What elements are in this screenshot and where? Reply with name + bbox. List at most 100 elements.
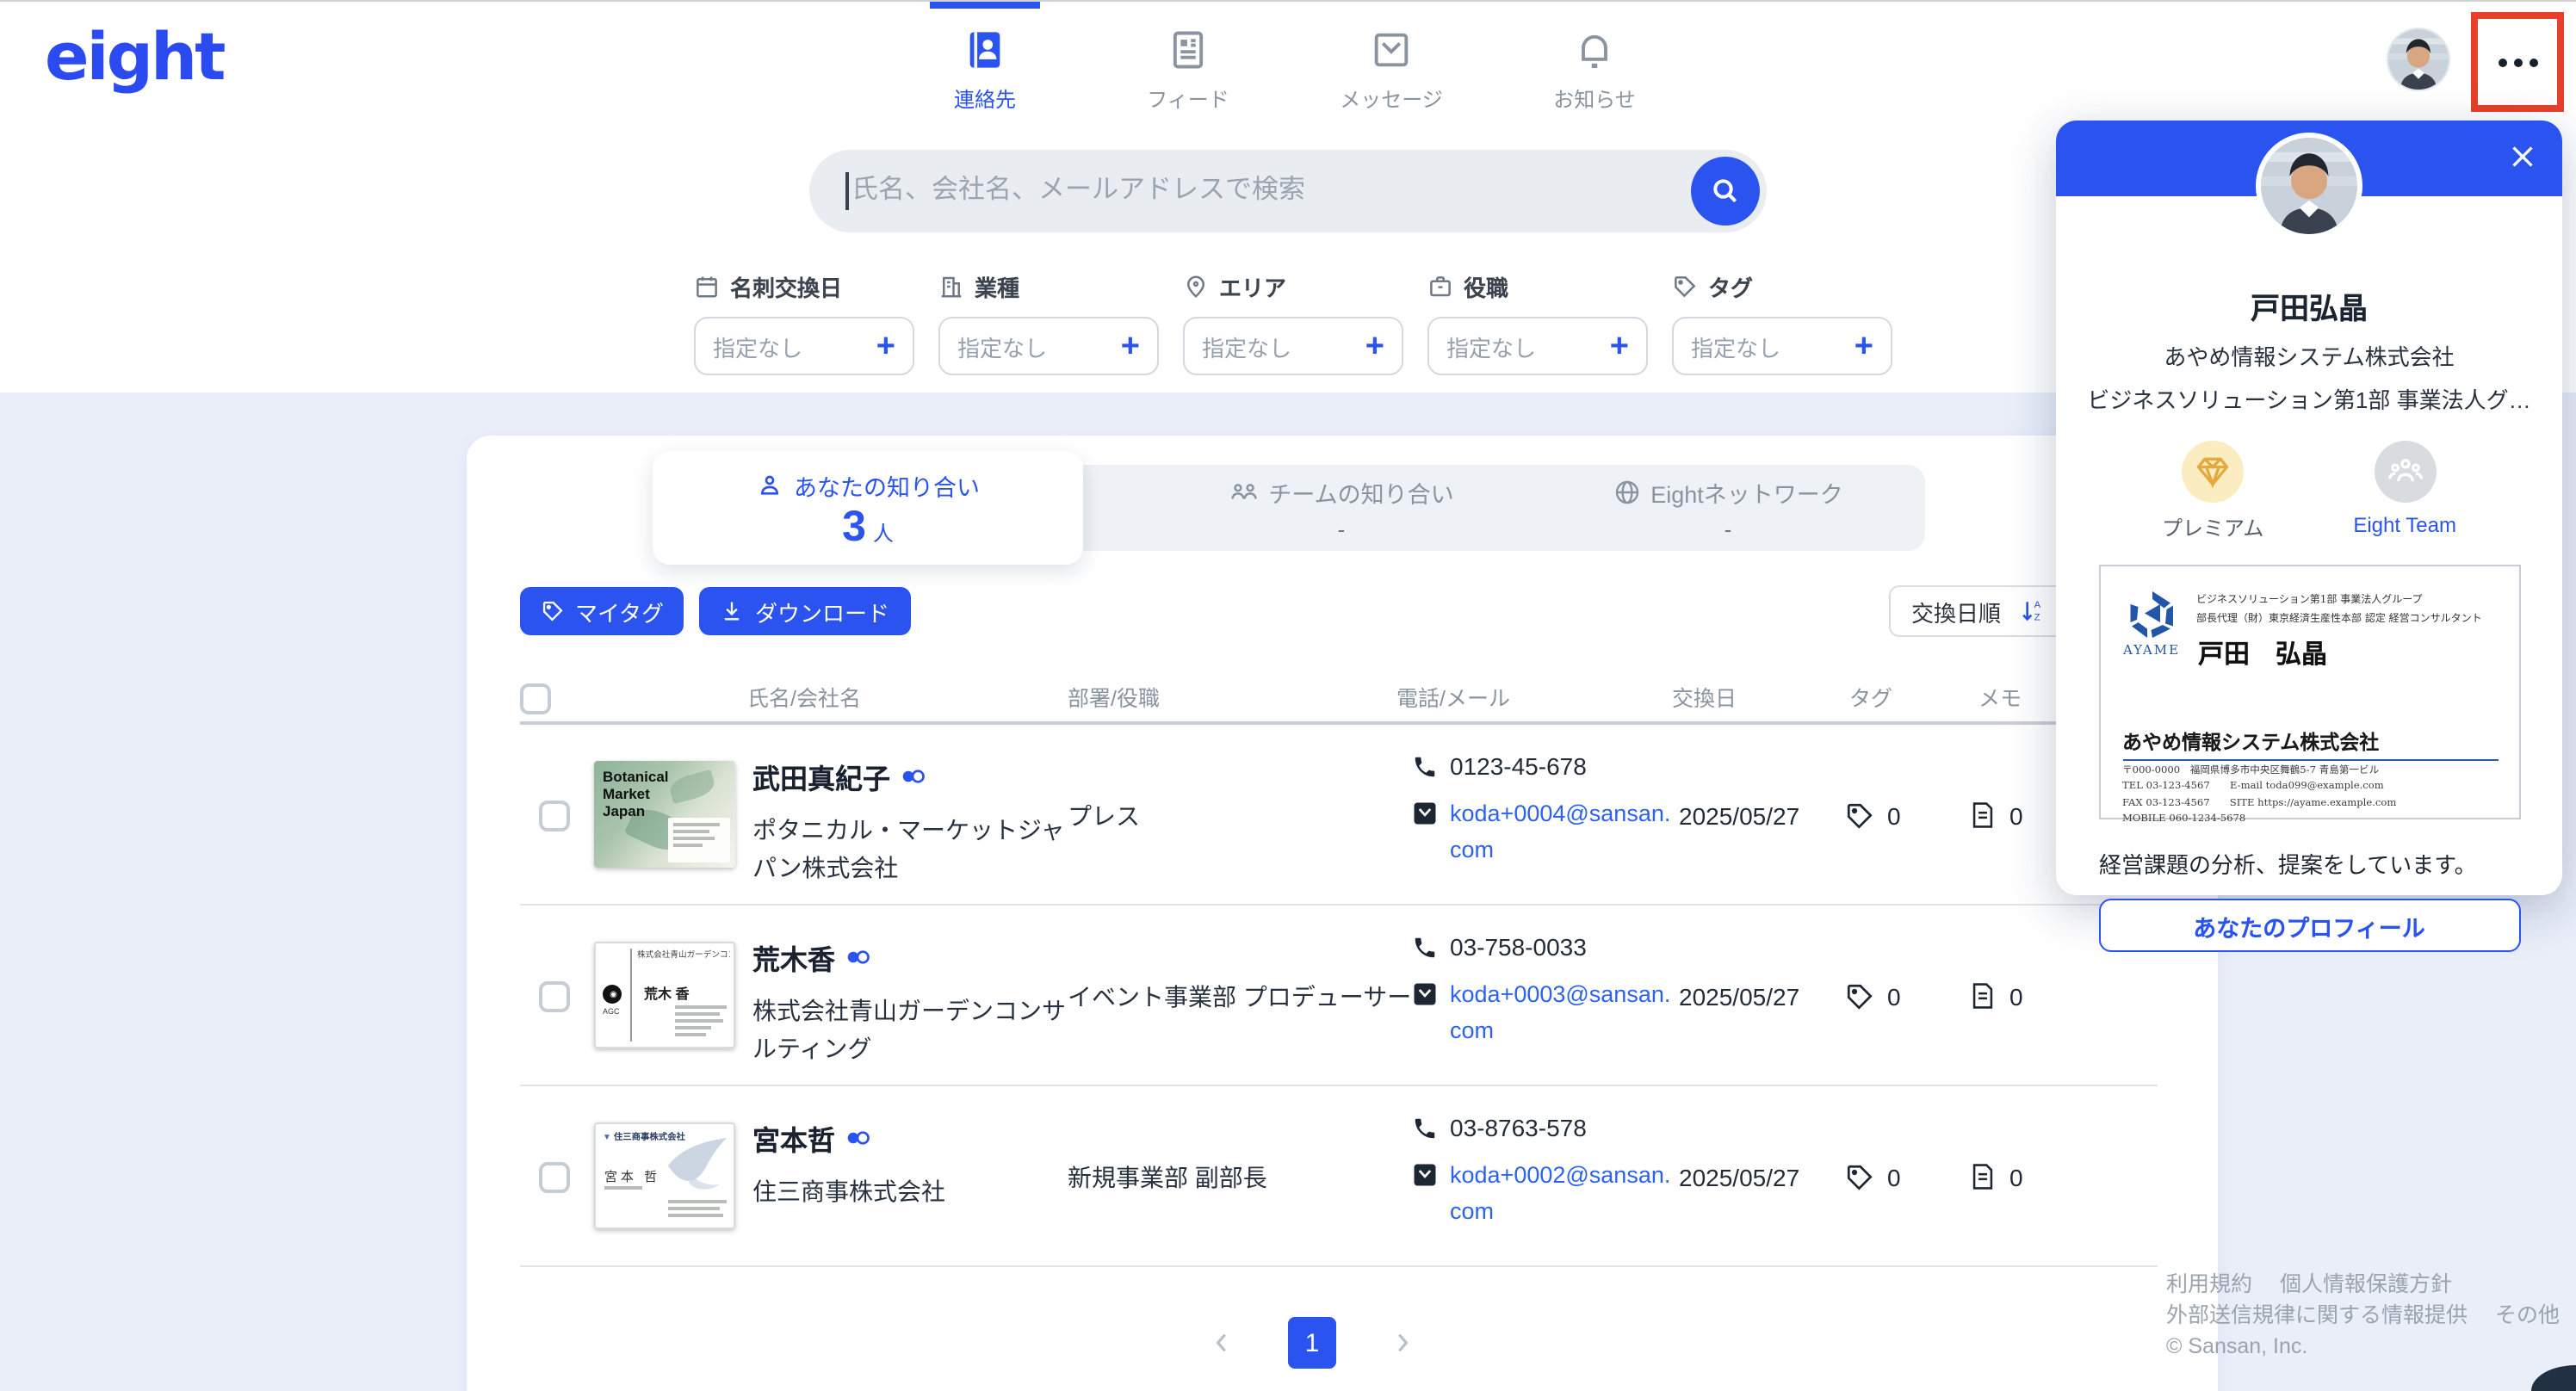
contact-name[interactable]: 荒木香 (752, 937, 835, 978)
card-title: Botanical Market Japan (603, 768, 669, 820)
nav-tab-label: メッセージ (1340, 84, 1443, 114)
filter-label: 業種 (975, 269, 1019, 302)
mytag-button[interactable]: マイタグ (520, 587, 684, 635)
add-filter-icon[interactable]: + (876, 330, 895, 362)
tab-label: あなたの知り合い (794, 467, 980, 502)
table-row[interactable]: Botanical Market Japan 武田真紀子 ポタニカル・マーケット… (520, 725, 2158, 906)
profile-dept: ビジネスソリューション第1部 事業法人グ… (2056, 382, 2562, 415)
memo-icon (1968, 981, 1997, 1011)
contact-count-unit: 人 (873, 521, 894, 545)
col-header-date: 交換日 (1672, 680, 1737, 713)
eight-team-badge[interactable]: Eight Team (2353, 441, 2456, 542)
card-company: 株式会社青山ガーデンコンサルティング (637, 949, 730, 961)
memo-count: 0 (2009, 801, 2023, 829)
footer-link-terms[interactable]: 利用規約 (2166, 1269, 2252, 1300)
search-button[interactable] (1691, 157, 1760, 226)
tab-value: - (1338, 516, 1346, 541)
download-button[interactable]: ダウンロード (700, 587, 910, 635)
industry-icon (938, 273, 964, 299)
eight-logo[interactable]: eight (45, 19, 223, 95)
messages-icon (1369, 28, 1414, 72)
sort-label: 交換日順 (1911, 595, 2001, 627)
tag-icon (541, 599, 565, 623)
table-row[interactable]: 株式会社青山ガーデンコンサルティング ◉ AGC 荒木 香 荒木香 株式会社青山… (520, 906, 2158, 1086)
business-card-thumbnail[interactable]: Botanical Market Japan (594, 761, 735, 868)
tab-team-contacts[interactable]: チームの知り合い - (1152, 465, 1531, 551)
table-row[interactable]: ▼ 住三商事株式会社 宮本 哲 宮本哲 住三商事株式会社 (520, 1086, 2158, 1267)
row-checkbox[interactable] (539, 801, 570, 832)
card-dept-line1: ビジネスソリューション第1部 事業法人グループ (2196, 592, 2508, 611)
nav-tab-contacts[interactable]: 連絡先 (928, 2, 1042, 114)
business-card-thumbnail[interactable]: ▼ 住三商事株式会社 宮本 哲 (594, 1122, 735, 1229)
close-icon[interactable] (2507, 141, 2538, 172)
add-filter-icon[interactable]: + (1610, 330, 1629, 362)
contact-dept: イベント事業部 プロデューサー (1068, 906, 1438, 1086)
card-name: 宮本 哲 (604, 1167, 660, 1186)
filter-value-box[interactable]: 指定なし + (694, 317, 914, 375)
col-header-dept: 部署/役職 (1068, 680, 1160, 713)
footer-link-privacy[interactable]: 個人情報保護方針 (2280, 1269, 2452, 1300)
profile-avatar[interactable] (2256, 133, 2362, 239)
prev-page-icon[interactable] (1209, 1329, 1236, 1357)
footer-link-others[interactable]: その他 (2495, 1300, 2560, 1331)
download-label: ダウンロード (755, 595, 889, 627)
row-checkbox[interactable] (539, 981, 570, 1012)
search-icon (1708, 174, 1743, 208)
premium-badge[interactable]: プレミアム (2162, 441, 2263, 542)
pagination: 1 (467, 1317, 2158, 1369)
contact-name[interactable]: 武田真紀子 (752, 756, 890, 797)
profile-company: あやめ情報システム株式会社 (2056, 339, 2562, 372)
contact-email[interactable]: koda+0004@sansan.com (1450, 797, 1679, 869)
card-tel: TEL 03-123-4567 E-mail toda099@example.c… (2122, 781, 2396, 797)
nav-tab-messages[interactable]: メッセージ (1334, 2, 1448, 114)
tag-count: 0 (1887, 1164, 1901, 1191)
add-filter-icon[interactable]: + (1855, 330, 1873, 362)
filter-label: タグ (1708, 269, 1753, 302)
chat-widget-corner[interactable] (2531, 1365, 2576, 1391)
your-profile-button[interactable]: あなたのプロフィール (2098, 899, 2520, 952)
memo-icon (1968, 801, 1997, 830)
contact-email[interactable]: koda+0003@sansan.com (1450, 978, 1679, 1050)
filter-value-box[interactable]: 指定なし + (938, 317, 1159, 375)
contact-name[interactable]: 宮本哲 (752, 1117, 835, 1159)
filter-label: 名刺交換日 (730, 269, 842, 302)
more-menu-button[interactable] (2471, 12, 2564, 112)
next-page-icon[interactable] (1388, 1329, 1415, 1357)
nav-tab-notifications[interactable]: お知らせ (1538, 2, 1651, 114)
bird-watermark (661, 1134, 730, 1193)
profile-business-card[interactable]: AYAME ビジネスソリューション第1部 事業法人グループ 部長代理（財）東京経… (2098, 565, 2520, 819)
add-filter-icon[interactable]: + (1365, 330, 1384, 362)
filter-value-box[interactable]: 指定なし + (1672, 317, 1892, 375)
business-card-thumbnail[interactable]: 株式会社青山ガーデンコンサルティング ◉ AGC 荒木 香 (594, 942, 735, 1048)
tab-your-contacts[interactable]: あなたの知り合い 3人 (653, 451, 1083, 565)
footer-copyright: © Sansan, Inc. (2166, 1332, 2307, 1363)
eight-team-label: Eight Team (2353, 513, 2456, 537)
tab-eight-network[interactable]: Eightネットワーク - (1531, 465, 1925, 551)
search-input[interactable] (848, 176, 1691, 207)
profile-popover: 戸田弘晶 あやめ情報システム株式会社 ビジネスソリューション第1部 事業法人グ…… (2056, 121, 2562, 895)
footer-link-external-transmission[interactable]: 外部送信規律に関する情報提供 (2166, 1300, 2468, 1331)
eight-app: eight 連絡先 フィード メッセージ (0, 0, 2576, 1391)
add-filter-icon[interactable]: + (1121, 330, 1140, 362)
filter-label: 役職 (1464, 269, 1508, 302)
premium-label: プレミアム (2162, 513, 2263, 542)
filter-industry: 業種 指定なし + (938, 270, 1159, 375)
mytag-label: マイタグ (575, 595, 664, 627)
phone-icon (1412, 934, 1438, 960)
memo-count: 0 (2009, 982, 2023, 1010)
nav-tab-feed[interactable]: フィード (1131, 2, 1245, 114)
filter-value-box[interactable]: 指定なし + (1183, 317, 1403, 375)
card-logo-text: AGC (603, 1007, 620, 1016)
svg-text:A: A (2034, 600, 2041, 610)
filter-value: 指定なし (713, 330, 802, 362)
user-avatar[interactable] (2387, 28, 2450, 91)
contact-email[interactable]: koda+0002@sansan.com (1450, 1159, 1679, 1231)
filter-value-box[interactable]: 指定なし + (1427, 317, 1648, 375)
card-name: 荒木 香 (644, 985, 689, 1004)
area-pin-icon (1183, 273, 1209, 299)
page-number-current[interactable]: 1 (1288, 1317, 1336, 1369)
contact-company: 住三商事株式会社 (752, 1174, 1066, 1211)
tag-icon (1844, 801, 1875, 832)
row-checkbox[interactable] (539, 1162, 570, 1193)
table-header: 氏名/会社名 部署/役職 電話/メール 交換日 タグ メモ (520, 677, 2158, 718)
